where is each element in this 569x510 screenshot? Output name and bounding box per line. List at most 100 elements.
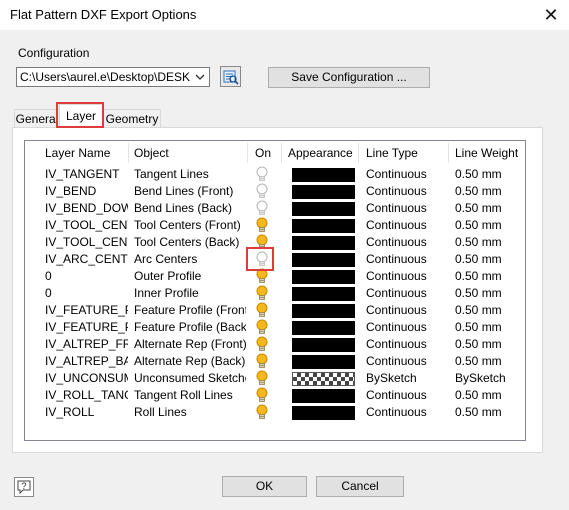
tab-layer[interactable]: Layer — [59, 104, 103, 128]
layer-name-cell[interactable]: IV_ALTREP_BACK — [45, 353, 128, 370]
line-weight-cell[interactable]: BySketch — [455, 370, 525, 387]
header-object[interactable]: Object — [130, 143, 248, 163]
table-row[interactable]: IV_TOOL_CENTER Tool Centers (Back) Continu… — [0, 234, 569, 251]
layer-name-cell[interactable]: IV_TOOL_CENTER — [45, 234, 128, 251]
table-row[interactable]: IV_ROLL_TANGEN Tangent Roll Lines Continuo… — [0, 387, 569, 404]
layer-on-toggle[interactable] — [255, 404, 269, 421]
appearance-swatch[interactable] — [292, 219, 355, 233]
line-type-cell[interactable]: Continuous — [366, 183, 446, 200]
line-weight-cell[interactable]: 0.50 mm — [455, 217, 525, 234]
table-row[interactable]: IV_ALTREP_FRON Alternate Rep (Front) Conti… — [0, 336, 569, 353]
table-row[interactable]: IV_TOOL_CENTER Tool Centers (Front) Contin… — [0, 217, 569, 234]
layer-on-toggle[interactable] — [255, 268, 269, 285]
layer-on-toggle[interactable] — [255, 336, 269, 353]
header-on[interactable]: On — [251, 143, 282, 163]
appearance-swatch[interactable] — [292, 372, 355, 386]
table-row[interactable]: 0 Inner Profile Continuous 0.50 mm — [0, 285, 569, 302]
layer-name-cell[interactable]: IV_BEND_DOWN — [45, 200, 128, 217]
layer-name-cell[interactable]: IV_UNCONSUMED — [45, 370, 128, 387]
layer-name-cell[interactable]: 0 — [45, 285, 128, 302]
line-type-cell[interactable]: Continuous — [366, 268, 446, 285]
line-weight-cell[interactable]: 0.50 mm — [455, 336, 525, 353]
appearance-swatch[interactable] — [292, 253, 355, 267]
line-type-cell[interactable]: Continuous — [366, 251, 446, 268]
layer-name-cell[interactable]: IV_FEATURE_PRO — [45, 319, 128, 336]
layer-name-cell[interactable]: IV_ROLL_TANGEN — [45, 387, 128, 404]
line-type-cell[interactable]: Continuous — [366, 200, 446, 217]
configuration-dropdown[interactable]: C:\Users\aurel.e\Desktop\DESKTOP — [16, 67, 210, 87]
line-type-cell[interactable]: Continuous — [366, 387, 446, 404]
layer-on-toggle[interactable] — [255, 200, 269, 217]
close-button[interactable]: ✕ — [538, 3, 564, 27]
line-type-cell[interactable]: Continuous — [366, 336, 446, 353]
line-weight-cell[interactable]: 0.50 mm — [455, 285, 525, 302]
layer-on-toggle[interactable] — [255, 302, 269, 319]
layer-on-toggle[interactable] — [255, 217, 269, 234]
layer-name-cell[interactable]: IV_FEATURE_PRO — [45, 302, 128, 319]
line-type-cell[interactable]: Continuous — [366, 285, 446, 302]
line-type-cell[interactable]: Continuous — [366, 319, 446, 336]
line-weight-cell[interactable]: 0.50 mm — [455, 268, 525, 285]
layer-name-cell[interactable]: IV_ROLL — [45, 404, 128, 421]
line-weight-cell[interactable]: 0.50 mm — [455, 183, 525, 200]
layer-on-toggle[interactable] — [255, 353, 269, 370]
ok-button[interactable]: OK — [222, 476, 307, 497]
layer-on-toggle[interactable] — [255, 370, 269, 387]
header-appearance[interactable]: Appearance — [284, 143, 359, 163]
layer-on-toggle[interactable] — [255, 183, 269, 200]
layer-on-toggle[interactable] — [255, 285, 269, 302]
line-type-cell[interactable]: Continuous — [366, 217, 446, 234]
help-button[interactable]: ? — [14, 477, 34, 497]
line-type-cell[interactable]: Continuous — [366, 353, 446, 370]
layer-on-toggle[interactable] — [255, 234, 269, 251]
save-configuration-button[interactable]: Save Configuration ... — [268, 67, 430, 88]
table-row[interactable]: 0 Outer Profile Continuous 0.50 mm — [0, 268, 569, 285]
line-weight-cell[interactable]: 0.50 mm — [455, 251, 525, 268]
appearance-swatch[interactable] — [292, 304, 355, 318]
table-row[interactable]: IV_BEND Bend Lines (Front) Continuous 0.50 … — [0, 183, 569, 200]
layer-on-toggle[interactable] — [255, 166, 269, 183]
cancel-button[interactable]: Cancel — [316, 476, 404, 497]
table-row[interactable]: IV_ROLL Roll Lines Continuous 0.50 mm — [0, 404, 569, 421]
layer-on-toggle[interactable] — [255, 387, 269, 404]
line-weight-cell[interactable]: 0.50 mm — [455, 302, 525, 319]
layer-name-cell[interactable]: IV_ARC_CENTERS — [45, 251, 128, 268]
table-row[interactable]: IV_BEND_DOWN Bend Lines (Back) Continuous 0… — [0, 200, 569, 217]
table-row[interactable]: IV_FEATURE_PRO Feature Profile (Front) Con… — [0, 302, 569, 319]
header-line-weight[interactable]: Line Weight — [451, 143, 525, 163]
appearance-swatch[interactable] — [292, 355, 355, 369]
line-weight-cell[interactable]: 0.50 mm — [455, 353, 525, 370]
line-weight-cell[interactable]: 0.50 mm — [455, 234, 525, 251]
line-type-cell[interactable]: Continuous — [366, 404, 446, 421]
layer-name-cell[interactable]: IV_TANGENT — [45, 166, 128, 183]
line-weight-cell[interactable]: 0.50 mm — [455, 387, 525, 404]
header-line-type[interactable]: Line Type — [362, 143, 449, 163]
layer-on-toggle[interactable] — [255, 251, 269, 268]
table-row[interactable]: IV_ALTREP_BACK Alternate Rep (Back) Contin… — [0, 353, 569, 370]
table-row[interactable]: IV_TANGENT Tangent Lines Continuous 0.50 mm — [0, 166, 569, 183]
appearance-swatch[interactable] — [292, 321, 355, 335]
appearance-swatch[interactable] — [292, 185, 355, 199]
line-weight-cell[interactable]: 0.50 mm — [455, 404, 525, 421]
line-type-cell[interactable]: BySketch — [366, 370, 446, 387]
table-row[interactable]: IV_FEATURE_PRO Feature Profile (Back) Cont… — [0, 319, 569, 336]
layer-name-cell[interactable]: IV_TOOL_CENTER — [45, 217, 128, 234]
line-type-cell[interactable]: Continuous — [366, 234, 446, 251]
layer-name-cell[interactable]: IV_ALTREP_FRON — [45, 336, 128, 353]
appearance-swatch[interactable] — [292, 202, 355, 216]
appearance-swatch[interactable] — [292, 389, 355, 403]
appearance-swatch[interactable] — [292, 287, 355, 301]
layer-name-cell[interactable]: 0 — [45, 268, 128, 285]
appearance-swatch[interactable] — [292, 406, 355, 420]
line-weight-cell[interactable]: 0.50 mm — [455, 166, 525, 183]
tab-geometry[interactable]: Geometry — [103, 109, 161, 127]
layer-name-cell[interactable]: IV_BEND — [45, 183, 128, 200]
appearance-swatch[interactable] — [292, 236, 355, 250]
appearance-swatch[interactable] — [292, 270, 355, 284]
appearance-swatch[interactable] — [292, 338, 355, 352]
tab-general[interactable]: General — [14, 109, 60, 127]
line-weight-cell[interactable]: 0.50 mm — [455, 200, 525, 217]
header-layer-name[interactable]: Layer Name — [41, 143, 129, 163]
line-weight-cell[interactable]: 0.50 mm — [455, 319, 525, 336]
line-type-cell[interactable]: Continuous — [366, 166, 446, 183]
